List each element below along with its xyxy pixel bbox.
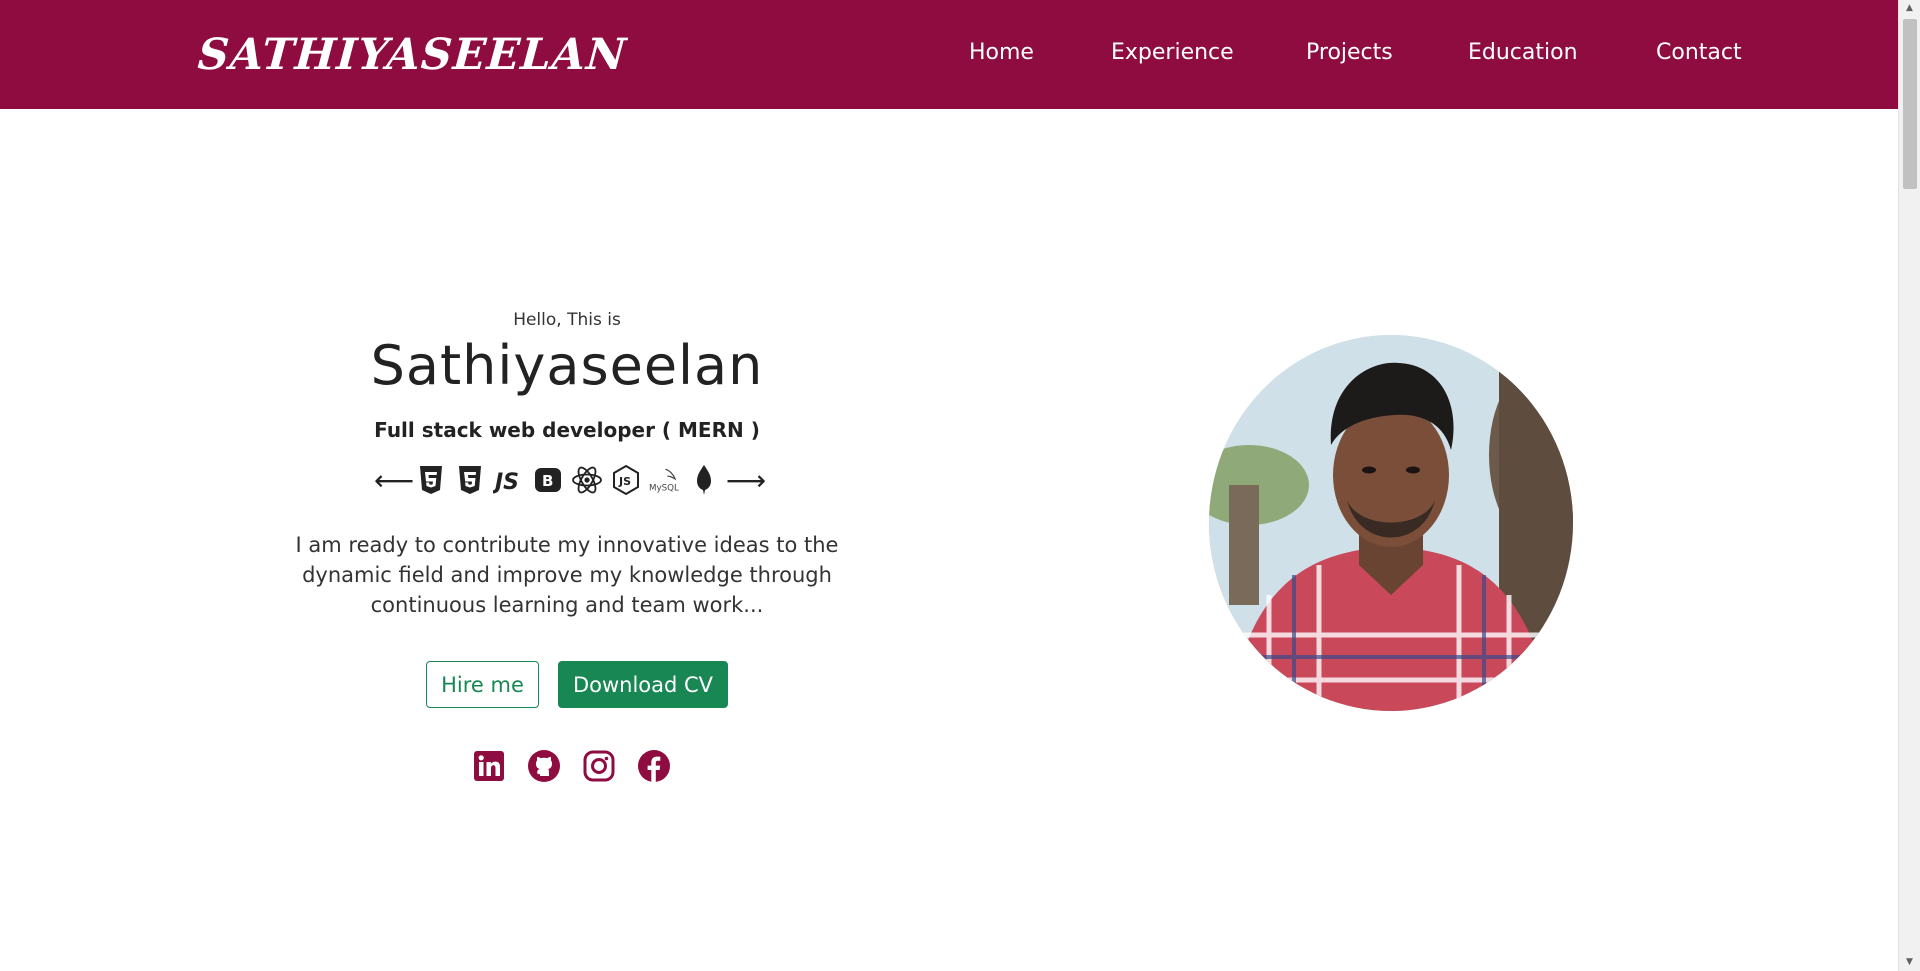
greeting-text: Hello, This is: [513, 310, 621, 330]
svg-text:JS: JS: [618, 475, 631, 488]
mongodb-icon: [687, 464, 720, 497]
scroll-up-icon[interactable]: ▲: [1899, 0, 1920, 17]
arrow-right-icon[interactable]: ⟶: [726, 464, 766, 497]
nav-home[interactable]: Home: [969, 40, 1034, 65]
arrow-left-icon[interactable]: ⟵: [374, 464, 414, 497]
svg-text:B: B: [542, 472, 553, 490]
hire-me-button[interactable]: Hire me: [426, 661, 539, 708]
scroll-down-icon[interactable]: ▼: [1899, 954, 1920, 971]
github-icon[interactable]: [526, 748, 562, 784]
nodejs-icon: JS: [609, 464, 642, 497]
hero-name: Sathiyaseelan: [370, 334, 764, 397]
nav-education[interactable]: Education: [1468, 40, 1578, 65]
profile-photo: [1209, 335, 1573, 711]
scrollbar-thumb[interactable]: [1903, 19, 1917, 189]
js-icon: JS: [492, 464, 525, 497]
social-links: [237, 748, 897, 788]
cta-buttons: Hire me Download CV: [237, 661, 897, 708]
bootstrap-icon: B: [531, 464, 564, 497]
react-icon: [570, 464, 603, 497]
html5-icon: [414, 464, 447, 497]
mysql-icon: MySQL: [648, 464, 681, 497]
nav-projects[interactable]: Projects: [1306, 40, 1393, 65]
hero-role: Full stack web developer ( MERN ): [374, 418, 760, 442]
linkedin-icon[interactable]: [471, 748, 507, 784]
nav-links: Home Experience Projects Education Conta…: [0, 40, 1898, 70]
nav-experience[interactable]: Experience: [1111, 40, 1234, 65]
facebook-icon[interactable]: [636, 748, 672, 784]
page-scrollbar[interactable]: ▲ ▼: [1898, 0, 1920, 971]
about-text: I am ready to contribute my innovative i…: [295, 533, 839, 617]
css3-icon: [453, 464, 486, 497]
svg-text:MySQL: MySQL: [649, 484, 679, 494]
nav-contact[interactable]: Contact: [1656, 40, 1742, 65]
navbar: SATHIYASEELAN Home Experience Projects E…: [0, 0, 1898, 109]
svg-text:JS: JS: [493, 470, 519, 495]
instagram-icon[interactable]: [581, 748, 617, 784]
tech-carousel: ⟵ JS B JS MySQL ⟶: [237, 458, 897, 502]
download-cv-button[interactable]: Download CV: [558, 661, 728, 708]
